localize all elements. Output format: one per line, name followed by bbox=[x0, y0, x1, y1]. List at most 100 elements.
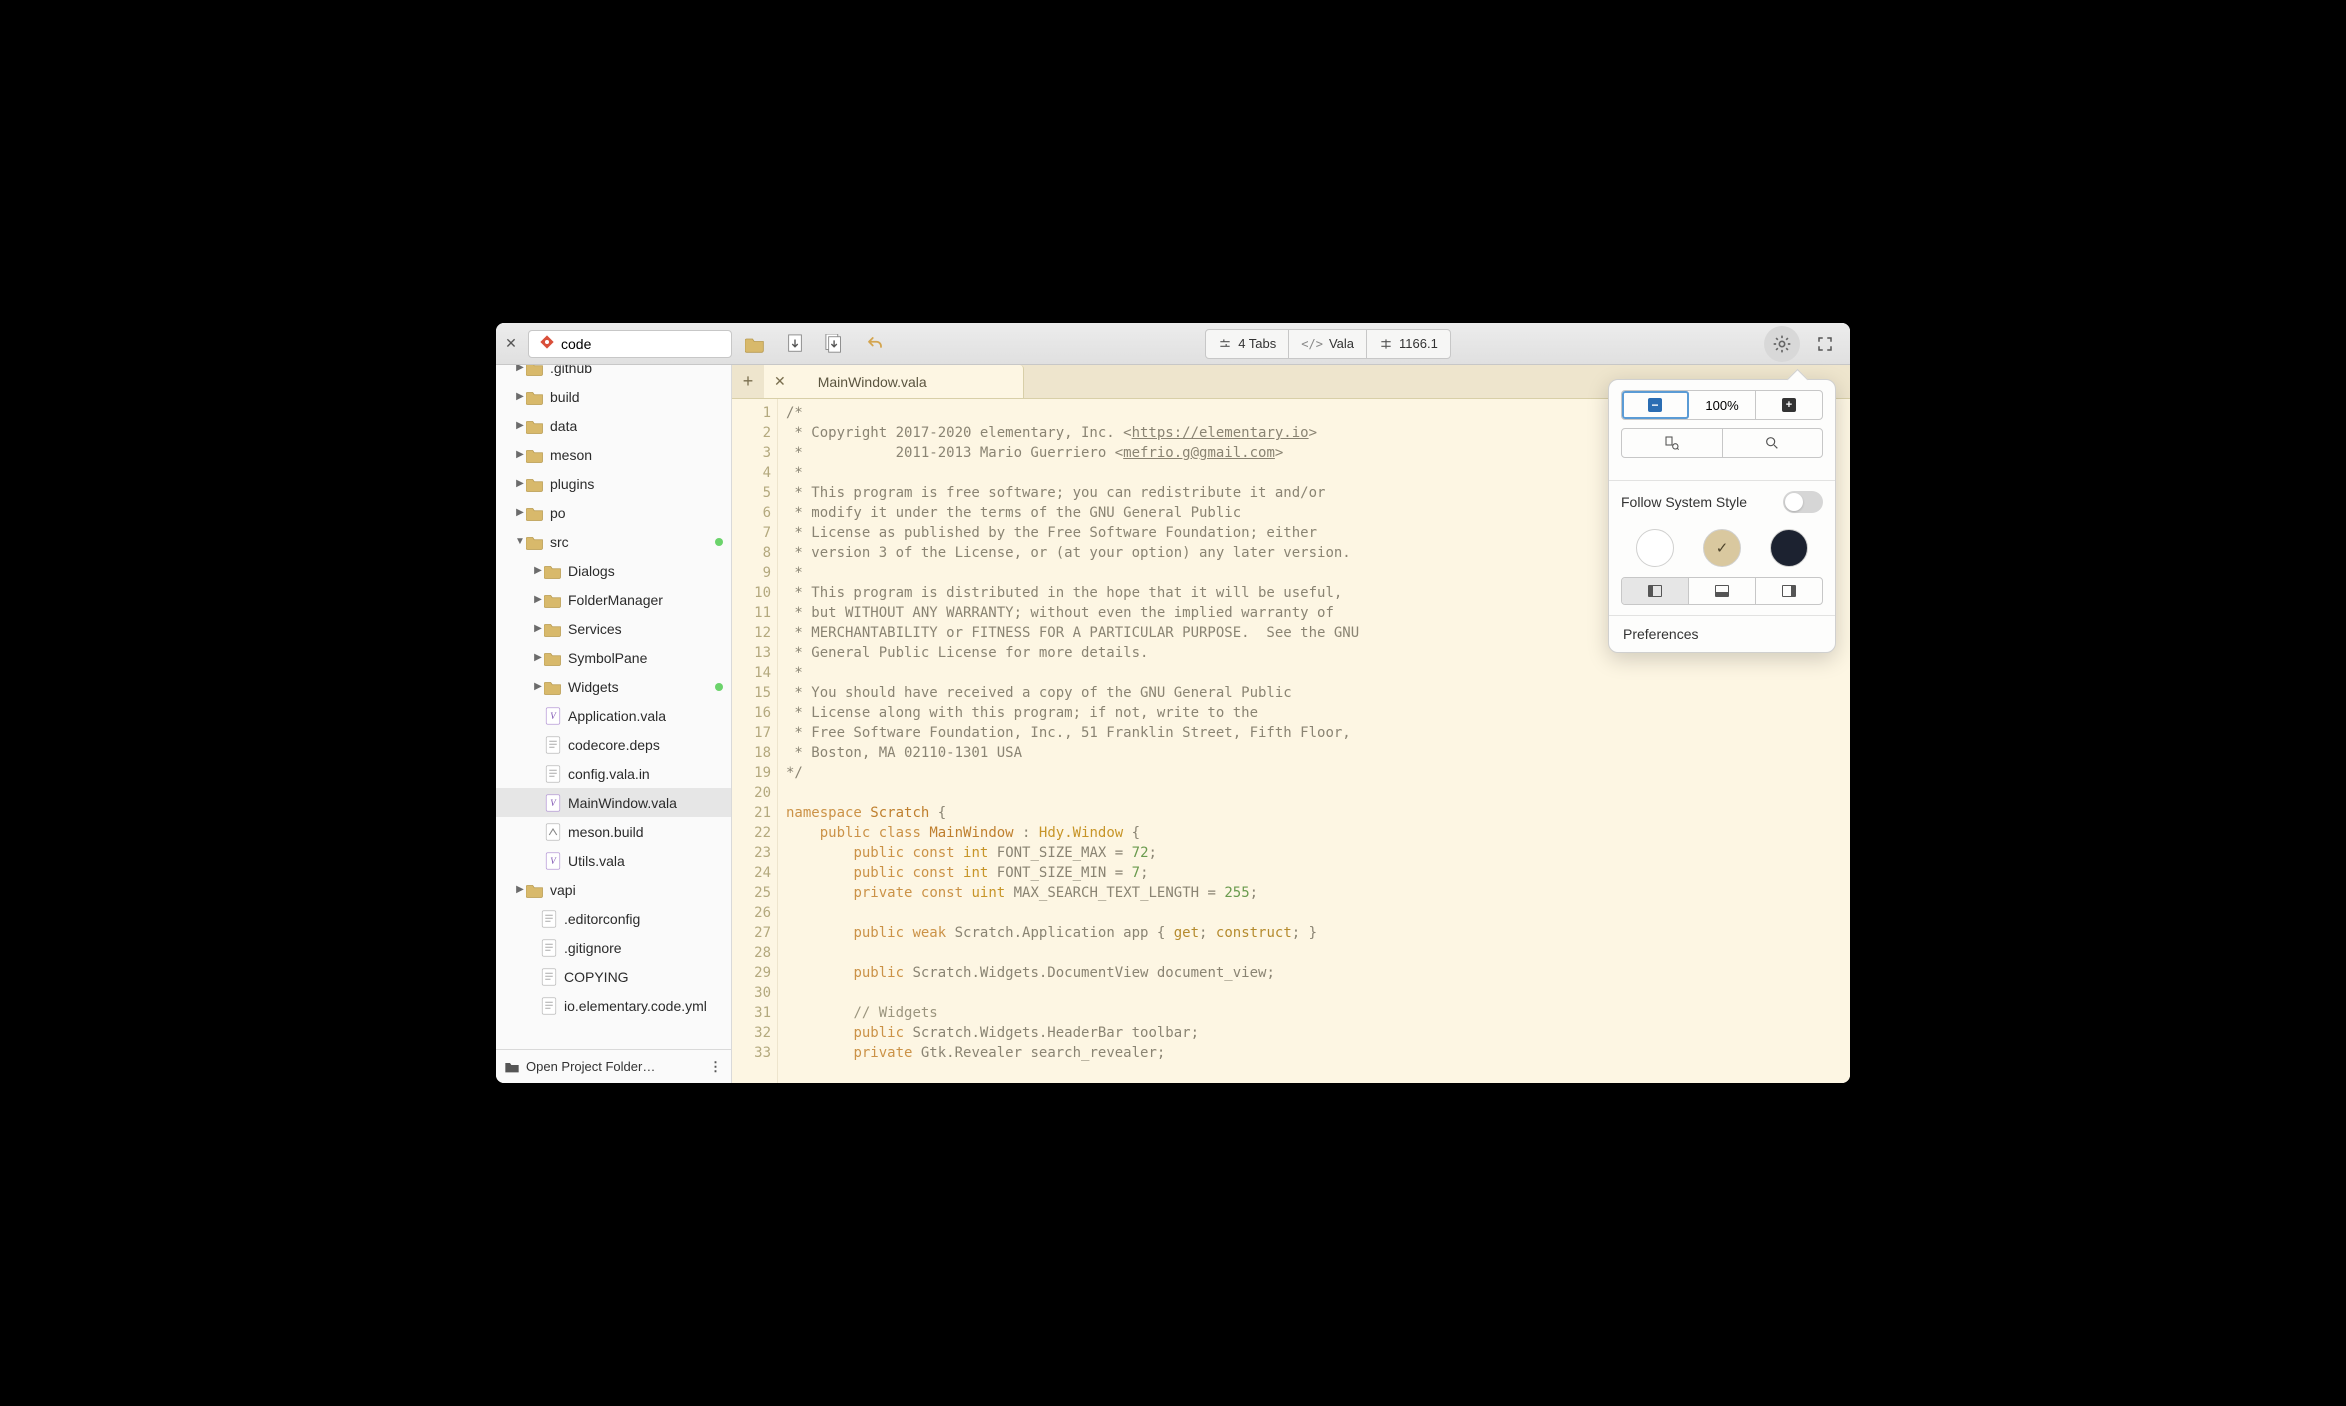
open-folder-button[interactable] bbox=[738, 329, 772, 359]
text-icon bbox=[540, 997, 558, 1015]
disclosure-arrow[interactable]: ▶ bbox=[514, 884, 526, 895]
tree-item--editorconfig[interactable]: .editorconfig bbox=[496, 904, 731, 933]
zoom-out-button[interactable]: − bbox=[1622, 391, 1689, 419]
theme-light[interactable] bbox=[1636, 529, 1674, 567]
theme-row: ✓ bbox=[1609, 519, 1835, 577]
tree-item-mainwindow-vala[interactable]: V MainWindow.vala bbox=[496, 788, 731, 817]
sidebar-more-button[interactable]: ⋮ bbox=[709, 1059, 723, 1075]
tree-item-symbolpane[interactable]: ▶ SymbolPane bbox=[496, 643, 731, 672]
tree-item-foldermanager[interactable]: ▶ FolderManager bbox=[496, 585, 731, 614]
panel-left[interactable] bbox=[1622, 578, 1689, 604]
preferences-item[interactable]: Preferences bbox=[1609, 615, 1835, 652]
linecol-segment[interactable]: 1166.1 bbox=[1367, 330, 1450, 358]
disclosure-arrow[interactable]: ▶ bbox=[514, 420, 526, 431]
tree-item-label: Utils.vala bbox=[568, 853, 625, 869]
tree-item-label: meson.build bbox=[568, 824, 644, 840]
disclosure-arrow[interactable]: ▶ bbox=[514, 507, 526, 518]
folder-icon bbox=[526, 475, 544, 493]
folder-icon bbox=[526, 504, 544, 522]
tree-item-copying[interactable]: COPYING bbox=[496, 962, 731, 991]
tabs-segment[interactable]: 4 Tabs bbox=[1206, 330, 1289, 358]
panel-bottom[interactable] bbox=[1689, 578, 1756, 604]
find-replace-button[interactable] bbox=[1622, 429, 1723, 457]
tree-item-label: MainWindow.vala bbox=[568, 795, 677, 811]
panel-left-icon bbox=[1648, 585, 1662, 597]
tree-item-label: SymbolPane bbox=[568, 650, 647, 666]
disclosure-arrow[interactable]: ▶ bbox=[532, 594, 544, 605]
project-icon bbox=[539, 334, 555, 353]
vala-icon: V bbox=[544, 794, 562, 812]
tree-item-io-elementary-code-yml[interactable]: io.elementary.code.yml bbox=[496, 991, 731, 1020]
project-chip[interactable]: code bbox=[528, 330, 732, 358]
tab-close-button[interactable]: ✕ bbox=[774, 373, 786, 390]
tree-item-plugins[interactable]: ▶plugins bbox=[496, 469, 731, 498]
find-row bbox=[1621, 428, 1823, 458]
tree-item-po[interactable]: ▶ po bbox=[496, 498, 731, 527]
theme-sepia[interactable]: ✓ bbox=[1703, 529, 1741, 567]
file-tree[interactable]: ▶.github▶build▶data▶meson▶plugins▶po▼src… bbox=[496, 365, 731, 1049]
tree-item-label: FolderManager bbox=[568, 592, 663, 608]
folder-icon bbox=[526, 881, 544, 899]
tree-item-services[interactable]: ▶ Services bbox=[496, 614, 731, 643]
tree-item--gitignore[interactable]: .gitignore bbox=[496, 933, 731, 962]
follow-style-row: Follow System Style bbox=[1609, 485, 1835, 519]
tree-item-build[interactable]: ▶ build bbox=[496, 382, 731, 411]
tree-item-config-vala-in[interactable]: config.vala.in bbox=[496, 759, 731, 788]
disclosure-arrow[interactable]: ▶ bbox=[532, 681, 544, 692]
tree-item-src[interactable]: ▼ src bbox=[496, 527, 731, 556]
save-button[interactable] bbox=[778, 329, 812, 359]
follow-style-toggle[interactable] bbox=[1783, 491, 1823, 513]
tree-item-vapi[interactable]: ▶vapi bbox=[496, 875, 731, 904]
folder-open-icon bbox=[504, 1060, 520, 1074]
tree-item-meson[interactable]: ▶ meson bbox=[496, 440, 731, 469]
folder-icon bbox=[526, 365, 544, 377]
tree-item-meson-build[interactable]: meson.build bbox=[496, 817, 731, 846]
disclosure-arrow[interactable]: ▶ bbox=[532, 652, 544, 663]
tree-item-dialogs[interactable]: ▶ Dialogs bbox=[496, 556, 731, 585]
disclosure-arrow[interactable]: ▶ bbox=[514, 478, 526, 489]
status-group: 4 Tabs </> Vala 1166.1 bbox=[1205, 329, 1451, 359]
folder-icon bbox=[544, 649, 562, 667]
disclosure-arrow[interactable]: ▶ bbox=[514, 391, 526, 402]
disclosure-arrow[interactable]: ▶ bbox=[532, 565, 544, 576]
tree-item-label: meson bbox=[550, 447, 592, 463]
tree-item-label: build bbox=[550, 389, 580, 405]
linecol-label: 1166.1 bbox=[1399, 336, 1438, 351]
tree-item-widgets[interactable]: ▶Widgets bbox=[496, 672, 731, 701]
tree-item-label: po bbox=[550, 505, 566, 521]
tree-item-application-vala[interactable]: VApplication.vala bbox=[496, 701, 731, 730]
language-segment[interactable]: </> Vala bbox=[1289, 330, 1367, 358]
open-project-folder[interactable]: Open Project Folder… ⋮ bbox=[496, 1049, 731, 1083]
disclosure-arrow[interactable]: ▶ bbox=[532, 623, 544, 634]
text-icon bbox=[540, 968, 558, 986]
folder-icon bbox=[544, 562, 562, 580]
settings-button[interactable] bbox=[1764, 326, 1800, 362]
disclosure-arrow[interactable]: ▶ bbox=[514, 365, 526, 373]
minus-icon: − bbox=[1648, 398, 1662, 412]
disclosure-arrow[interactable]: ▼ bbox=[514, 536, 526, 547]
panel-right[interactable] bbox=[1756, 578, 1822, 604]
zoom-level[interactable]: 100% bbox=[1689, 391, 1756, 419]
modified-dot-icon bbox=[715, 683, 723, 691]
tree-item--github[interactable]: ▶ .github bbox=[496, 365, 731, 382]
new-tab-button[interactable]: + bbox=[732, 365, 764, 398]
save-all-button[interactable] bbox=[818, 329, 852, 359]
theme-dark[interactable] bbox=[1770, 529, 1808, 567]
tree-item-codecore-deps[interactable]: codecore.deps bbox=[496, 730, 731, 759]
sidebar: ▶.github▶build▶data▶meson▶plugins▶po▼src… bbox=[496, 365, 732, 1083]
meson-icon bbox=[544, 823, 562, 841]
disclosure-arrow[interactable]: ▶ bbox=[514, 449, 526, 460]
undo-button[interactable] bbox=[858, 329, 892, 359]
tab-mainwindow[interactable]: ✕ MainWindow.vala bbox=[764, 365, 1024, 398]
tree-item-label: src bbox=[550, 534, 569, 550]
zoom-in-button[interactable]: + bbox=[1756, 391, 1822, 419]
tree-item-label: Services bbox=[568, 621, 622, 637]
tree-item-label: Dialogs bbox=[568, 563, 615, 579]
fullscreen-button[interactable] bbox=[1808, 329, 1842, 359]
tree-item-data[interactable]: ▶data bbox=[496, 411, 731, 440]
search-button[interactable] bbox=[1723, 429, 1823, 457]
tree-item-label: .github bbox=[550, 365, 592, 376]
close-window-button[interactable]: ✕ bbox=[504, 337, 518, 351]
tree-item-utils-vala[interactable]: VUtils.vala bbox=[496, 846, 731, 875]
panel-layout-row bbox=[1621, 577, 1823, 605]
